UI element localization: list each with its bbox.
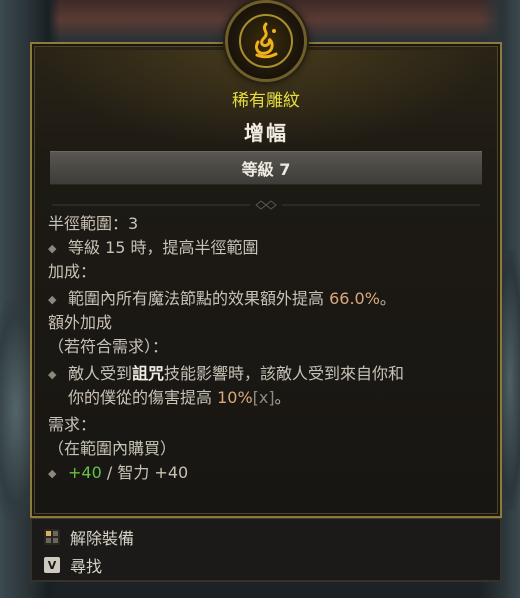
item-level-bar: 等級 7 bbox=[50, 151, 482, 185]
requirements-bonus-line: ◆ +40 / 智力 +40 bbox=[48, 461, 488, 485]
extra-bonus-condition: （若符合需求）： bbox=[48, 337, 169, 356]
unequip-label: 解除裝備 bbox=[70, 529, 135, 548]
v-key-icon: V bbox=[44, 557, 60, 573]
bonus-value: 66.0% bbox=[329, 289, 380, 308]
mouse-button-icon bbox=[44, 529, 60, 545]
extra-bonus-line-1: ◆ 敵人受到詛咒技能影響時，該敵人受到來自你和 bbox=[48, 362, 488, 386]
section-divider bbox=[52, 200, 480, 210]
multiplier-tag: [x] bbox=[252, 388, 275, 407]
unequip-action[interactable]: 解除裝備 bbox=[44, 525, 134, 549]
find-action[interactable]: V 尋找 bbox=[44, 553, 102, 577]
item-name: 增幅 bbox=[244, 121, 288, 145]
extra-bonus-header: 額外加成 bbox=[48, 313, 113, 332]
bullet-icon: ◆ bbox=[48, 242, 57, 255]
requirements-header: 需求： bbox=[48, 415, 97, 434]
extra-bonus-value: 10% bbox=[217, 388, 253, 407]
radius-label: 半徑範圍：3 bbox=[48, 214, 139, 233]
item-rarity: 稀有雕紋 bbox=[232, 91, 300, 111]
bonus-header: 加成： bbox=[48, 262, 97, 281]
bonus-line: ◆ 範圍內所有魔法節點的效果額外提高 66.0%。 bbox=[48, 287, 488, 311]
curse-keyword: 詛咒 bbox=[132, 364, 165, 383]
find-label: 尋找 bbox=[70, 557, 103, 576]
requirement-value: +40 bbox=[68, 463, 102, 482]
requirements-condition: （在範圍內購買） bbox=[48, 439, 177, 458]
flame-glyph-icon bbox=[254, 22, 278, 59]
bullet-icon: ◆ bbox=[48, 293, 57, 306]
item-level-label: 等級 7 bbox=[241, 160, 291, 179]
radius-upgrade-line: ◆ 等級 15 時，提高半徑範圍 bbox=[48, 236, 488, 260]
bullet-icon: ◆ bbox=[48, 467, 57, 480]
extra-bonus-line-2: 你的僕從的傷害提高 10%[x]。 bbox=[68, 388, 291, 407]
tooltip-actions: 解除裝備 V 尋找 bbox=[30, 518, 502, 582]
glyph-emblem bbox=[225, 0, 307, 82]
glyph-stats: 半徑範圍：3 ◆ 等級 15 時，提高半徑範圍 加成： ◆ 範圍內所有魔法節點的效果… bbox=[48, 212, 488, 485]
bullet-icon: ◆ bbox=[48, 368, 57, 381]
